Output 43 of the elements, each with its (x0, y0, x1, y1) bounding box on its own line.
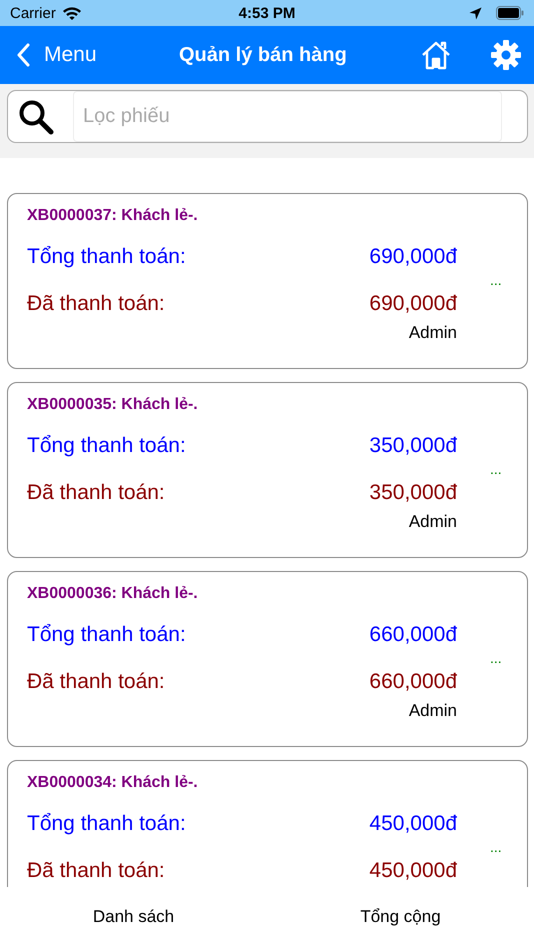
paid-amount: 350,000đ (369, 480, 457, 504)
total-label: Tổng thanh toán: (27, 622, 186, 646)
more-button[interactable]: ... (490, 461, 502, 477)
user-name: Admin (408, 512, 457, 532)
receipt-card[interactable]: XB0000037: Khách lẻ-. Tổng thanh toán: 690,000đ Đã thanh toán: 690,000đ ... Admin (7, 193, 528, 369)
back-button[interactable]: Menu (16, 43, 166, 67)
clock-label: 4:53 PM (238, 4, 296, 22)
paid-label: Đã thanh toán: (27, 292, 165, 316)
paid-amount: 450,000đ (369, 858, 457, 882)
paid-label: Đã thanh toán: (27, 480, 165, 504)
user-name: Admin (408, 701, 457, 721)
total-label: Tổng thanh toán: (27, 434, 186, 458)
receipt-title: XB0000034: Khách lẻ-. (27, 774, 199, 793)
location-arrow-icon (468, 6, 482, 20)
receipt-card[interactable]: XB0000035: Khách lẻ-. Tổng thanh toán: 350,000đ Đã thanh toán: 350,000đ ... Admin (7, 382, 528, 558)
total-amount: 350,000đ (369, 434, 457, 458)
total-amount: 450,000đ (369, 812, 457, 836)
battery-icon (496, 6, 524, 20)
search-field[interactable]: Lọc phiếu (73, 91, 502, 142)
paid-amount: 660,000đ (369, 670, 457, 694)
total-label: Tổng thanh toán: (27, 244, 186, 268)
home-icon[interactable] (420, 40, 452, 70)
paid-label: Đã thanh toán: (27, 858, 165, 882)
tab[interactable]: Tổng cộng (267, 887, 534, 950)
wifi-icon (62, 6, 82, 20)
settings-icon[interactable] (490, 39, 522, 71)
more-button[interactable]: ... (490, 650, 502, 666)
receipt-title: XB0000035: Khách lẻ-. (27, 396, 199, 415)
total-amount: 660,000đ (369, 622, 457, 646)
paid-amount: 690,000đ (369, 292, 457, 316)
receipt-card[interactable]: XB0000036: Khách lẻ-. Tổng thanh toán: 660,000đ Đã thanh toán: 660,000đ ... Admin (7, 571, 528, 747)
paid-label: Đã thanh toán: (27, 670, 165, 694)
more-button[interactable]: ... (490, 839, 502, 855)
chevron-left-icon (16, 43, 30, 67)
receipt-title: XB0000037: Khách lẻ-. (27, 207, 199, 226)
more-button[interactable]: ... (490, 272, 502, 288)
user-name: Admin (408, 323, 457, 343)
total-amount: 690,000đ (369, 244, 457, 268)
total-label: Tổng thanh toán: (27, 812, 186, 836)
screen-title: Quản lý bán hàng (178, 44, 348, 66)
tab[interactable]: Danh sách (0, 887, 267, 950)
carrier-label: Carrier (10, 4, 56, 22)
receipt-title: XB0000036: Khách lẻ-. (27, 585, 199, 604)
